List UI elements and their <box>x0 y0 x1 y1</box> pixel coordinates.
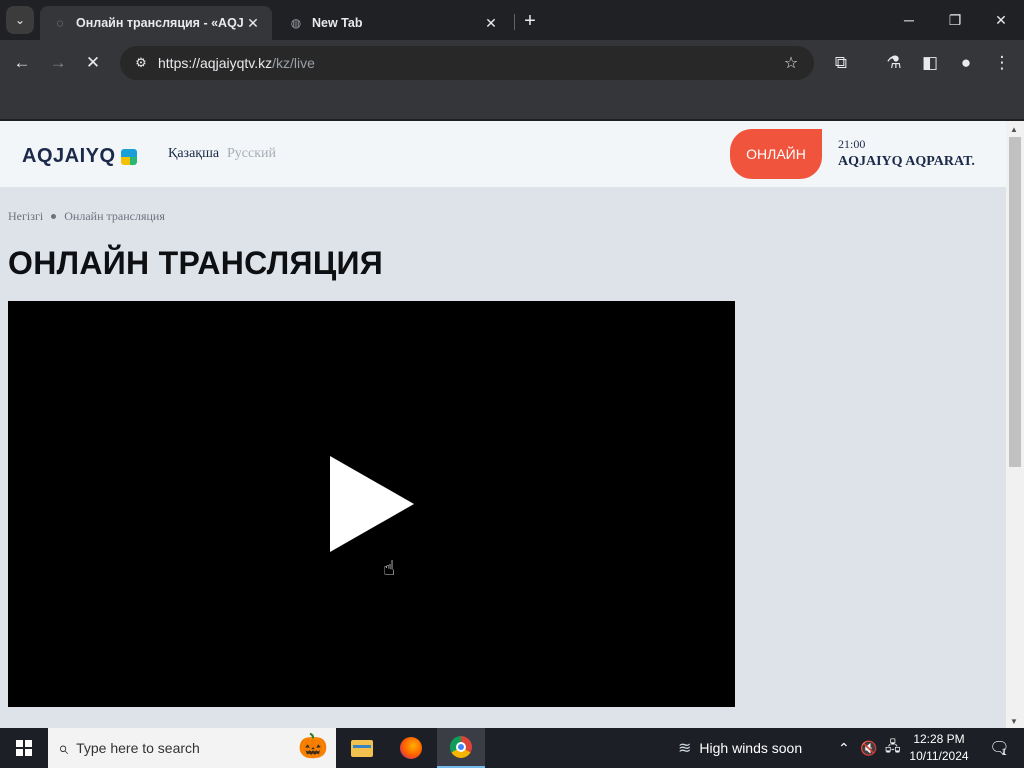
page-scrollbar[interactable]: ▲ ▼ <box>1006 121 1024 728</box>
weather-text: High winds soon <box>699 740 803 756</box>
weather-widget[interactable]: ≋ High winds soon <box>678 728 802 768</box>
schedule-show[interactable]: AQJAIYQ AQPARAT. <box>838 154 975 170</box>
taskbar-search[interactable]: ⌕ Type here to search 🎃 <box>48 728 336 768</box>
tab-strip: ⌄ ◌ Онлайн трансляция - «AQJAIYQ ✕ ◍ New… <box>0 0 1024 40</box>
firefox-icon <box>400 737 422 759</box>
folder-icon <box>351 739 373 757</box>
network-icon: 🖧 <box>885 738 901 754</box>
plus-icon: + <box>524 9 536 32</box>
kebab-menu-icon: ⋮ <box>993 53 1011 72</box>
hand-cursor-icon: ☝ <box>383 558 396 580</box>
notifications-button[interactable]: 🗨 1 <box>980 728 1016 768</box>
arrow-right-icon: → <box>49 53 67 72</box>
clock-date: 10/11/2024 <box>909 749 969 763</box>
extensions-button[interactable]: ⧉ <box>826 48 856 78</box>
tab-search-button[interactable]: ⌄ <box>6 6 34 34</box>
start-button[interactable] <box>0 728 48 768</box>
close-window-button[interactable]: ✕ <box>978 0 1024 40</box>
chevron-down-icon: ⌄ <box>14 13 26 27</box>
search-icon: ⌕ <box>58 737 69 758</box>
scroll-thumb[interactable] <box>1009 137 1021 467</box>
stop-loading-button[interactable]: ✕ <box>78 48 108 78</box>
logo-mark-icon <box>120 148 137 165</box>
globe-icon: ◍ <box>290 16 302 30</box>
chrome-icon <box>450 736 472 758</box>
scroll-down-icon[interactable]: ▼ <box>1010 717 1018 726</box>
site-header: AQJAIYQ Қазақша Русский ОНЛАЙН 21:00 AQJ… <box>0 121 1006 187</box>
windows-icon <box>16 740 32 756</box>
page-viewport: AQJAIYQ Қазақша Русский ОНЛАЙН 21:00 AQJ… <box>0 121 1024 728</box>
bullet-icon <box>51 214 57 219</box>
chevron-up-icon: ⌃ <box>838 739 850 756</box>
lang-russian-link[interactable]: Русский <box>227 146 276 162</box>
lang-kazakh-link[interactable]: Қазақша <box>168 146 219 162</box>
flask-icon: ⚗ <box>886 53 902 72</box>
show-hidden-icons-button[interactable]: ⌃ <box>838 728 850 768</box>
back-button[interactable]: ← <box>7 48 37 78</box>
system-clock[interactable]: 12:28 PM 10/11/2024 <box>906 731 972 765</box>
profile-button[interactable]: ● <box>951 48 981 78</box>
close-icon: ✕ <box>85 53 101 72</box>
breadcrumb-current: Онлайн трансляция <box>64 209 165 223</box>
bookmark-bar <box>0 86 1024 120</box>
labs-button[interactable]: ⚗ <box>879 48 909 78</box>
url-text: https://aqjaiyqtv.kz/kz/live <box>158 55 315 71</box>
restore-icon: ❐ <box>948 11 962 28</box>
breadcrumb-home-link[interactable]: Негізгі <box>8 209 43 224</box>
pumpkin-icon: 🎃 <box>298 733 328 760</box>
video-player[interactable]: ☝ <box>8 301 735 707</box>
tab-title: New Tab <box>312 16 363 30</box>
address-bar[interactable]: ⚙ https://aqjaiyqtv.kz/kz/live ☆ <box>120 46 814 80</box>
logo-text: AQJAIYQ <box>22 145 116 167</box>
menu-button[interactable]: ⋮ <box>987 48 1017 78</box>
speaker-muted-icon: 🔇 <box>860 739 878 756</box>
side-panel-icon: ◧ <box>921 53 939 72</box>
new-tab-button[interactable]: + <box>518 9 542 33</box>
tab-new-tab[interactable]: ◍ New Tab ✕ <box>276 6 510 40</box>
schedule-time: 21:00 <box>838 137 866 151</box>
notification-count: 1 <box>1001 747 1007 757</box>
tab-separator <box>514 14 515 30</box>
forward-button[interactable]: → <box>43 48 73 78</box>
search-placeholder: Type here to search <box>76 740 200 756</box>
page-title: ОНЛАЙН ТРАНСЛЯЦИЯ <box>8 245 384 281</box>
minimize-icon: ─ <box>904 12 914 28</box>
taskbar: ⌕ Type here to search 🎃 ≋ High winds soo… <box>0 728 1024 768</box>
tab-title: Онлайн трансляция - «AQJAIYQ <box>76 16 244 30</box>
scroll-up-icon[interactable]: ▲ <box>1010 125 1018 134</box>
play-icon[interactable] <box>330 456 414 552</box>
url-host: https://aqjaiyqtv.kz <box>158 55 273 71</box>
url-path: /kz/live <box>272 55 315 71</box>
close-icon[interactable]: ✕ <box>482 14 500 32</box>
chrome-button[interactable] <box>437 728 485 768</box>
site-settings-icon[interactable]: ⚙ <box>130 52 152 74</box>
star-icon[interactable]: ☆ <box>780 52 802 74</box>
close-icon: ✕ <box>995 11 1007 28</box>
avatar-icon: ● <box>960 53 972 72</box>
firefox-button[interactable] <box>387 728 435 768</box>
breadcrumb: Негізгі Онлайн трансляция <box>8 209 165 224</box>
browser-toolbar: ← → ✕ ⚙ https://aqjaiyqtv.kz/kz/live ☆ ⧉… <box>0 40 1024 86</box>
volume-button[interactable]: 🔇 <box>860 728 877 768</box>
minimize-button[interactable]: ─ <box>886 0 932 40</box>
loading-icon: ◌ <box>56 16 64 30</box>
clock-time: 12:28 PM <box>913 732 965 746</box>
arrow-left-icon: ← <box>13 53 31 72</box>
file-explorer-button[interactable] <box>338 728 386 768</box>
site-logo[interactable]: AQJAIYQ <box>22 145 137 168</box>
online-button[interactable]: ОНЛАЙН <box>730 129 822 179</box>
wind-icon: ≋ <box>678 740 692 757</box>
tab-active[interactable]: ◌ Онлайн трансляция - «AQJAIYQ ✕ <box>40 6 272 40</box>
restore-button[interactable]: ❐ <box>932 0 978 40</box>
network-button[interactable]: 🖧 <box>885 728 901 768</box>
close-icon[interactable]: ✕ <box>244 14 262 32</box>
side-panel-button[interactable]: ◧ <box>915 48 945 78</box>
puzzle-icon: ⧉ <box>834 53 848 72</box>
